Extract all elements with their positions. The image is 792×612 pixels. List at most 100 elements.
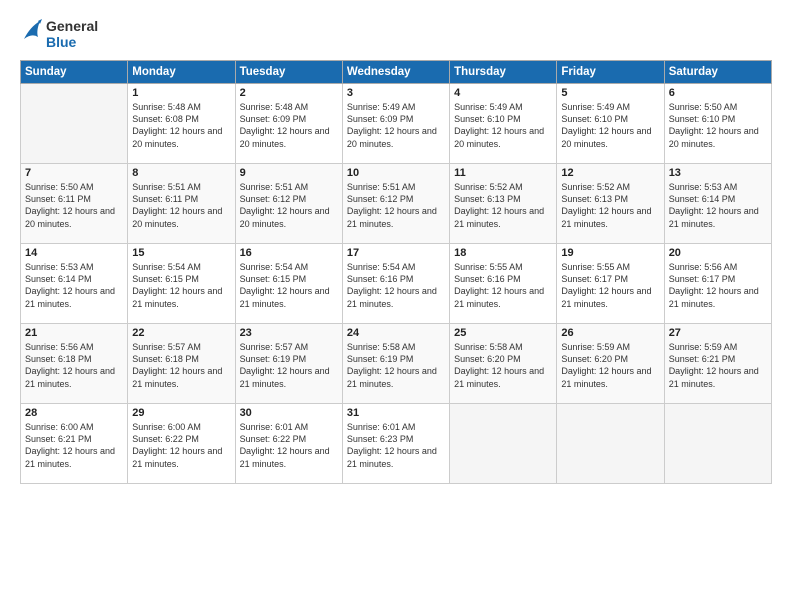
day-number: 1 bbox=[132, 87, 230, 99]
day-number: 3 bbox=[347, 87, 445, 99]
cell-info: Sunrise: 5:54 AMSunset: 6:15 PMDaylight:… bbox=[240, 262, 330, 308]
cell-info: Sunrise: 5:57 AMSunset: 6:19 PMDaylight:… bbox=[240, 342, 330, 388]
calendar-cell bbox=[450, 404, 557, 484]
day-number: 11 bbox=[454, 167, 552, 179]
cell-info: Sunrise: 5:54 AMSunset: 6:16 PMDaylight:… bbox=[347, 262, 437, 308]
day-number: 28 bbox=[25, 407, 123, 419]
day-number: 10 bbox=[347, 167, 445, 179]
cell-info: Sunrise: 6:00 AMSunset: 6:22 PMDaylight:… bbox=[132, 422, 222, 468]
calendar-cell: 9 Sunrise: 5:51 AMSunset: 6:12 PMDayligh… bbox=[235, 164, 342, 244]
calendar-cell: 12 Sunrise: 5:52 AMSunset: 6:13 PMDaylig… bbox=[557, 164, 664, 244]
header-day: Thursday bbox=[450, 61, 557, 84]
logo-line2: Blue bbox=[46, 34, 98, 50]
cell-info: Sunrise: 5:53 AMSunset: 6:14 PMDaylight:… bbox=[669, 182, 759, 228]
header-day: Saturday bbox=[664, 61, 771, 84]
cell-info: Sunrise: 5:55 AMSunset: 6:17 PMDaylight:… bbox=[561, 262, 651, 308]
calendar-cell: 23 Sunrise: 5:57 AMSunset: 6:19 PMDaylig… bbox=[235, 324, 342, 404]
day-number: 21 bbox=[25, 327, 123, 339]
cell-info: Sunrise: 5:57 AMSunset: 6:18 PMDaylight:… bbox=[132, 342, 222, 388]
calendar-cell: 11 Sunrise: 5:52 AMSunset: 6:13 PMDaylig… bbox=[450, 164, 557, 244]
day-number: 5 bbox=[561, 87, 659, 99]
day-number: 25 bbox=[454, 327, 552, 339]
day-number: 31 bbox=[347, 407, 445, 419]
cell-info: Sunrise: 5:48 AMSunset: 6:09 PMDaylight:… bbox=[240, 102, 330, 148]
day-number: 9 bbox=[240, 167, 338, 179]
cell-info: Sunrise: 5:56 AMSunset: 6:18 PMDaylight:… bbox=[25, 342, 115, 388]
calendar-cell: 2 Sunrise: 5:48 AMSunset: 6:09 PMDayligh… bbox=[235, 84, 342, 164]
calendar-cell: 1 Sunrise: 5:48 AMSunset: 6:08 PMDayligh… bbox=[128, 84, 235, 164]
cell-info: Sunrise: 5:50 AMSunset: 6:11 PMDaylight:… bbox=[25, 182, 115, 228]
cell-info: Sunrise: 5:50 AMSunset: 6:10 PMDaylight:… bbox=[669, 102, 759, 148]
cell-info: Sunrise: 5:59 AMSunset: 6:21 PMDaylight:… bbox=[669, 342, 759, 388]
cell-info: Sunrise: 5:53 AMSunset: 6:14 PMDaylight:… bbox=[25, 262, 115, 308]
calendar-cell: 25 Sunrise: 5:58 AMSunset: 6:20 PMDaylig… bbox=[450, 324, 557, 404]
calendar-cell: 18 Sunrise: 5:55 AMSunset: 6:16 PMDaylig… bbox=[450, 244, 557, 324]
calendar-cell: 5 Sunrise: 5:49 AMSunset: 6:10 PMDayligh… bbox=[557, 84, 664, 164]
calendar-page: General Blue SundayMondayTuesdayWednesda… bbox=[0, 0, 792, 612]
day-number: 17 bbox=[347, 247, 445, 259]
header-day: Tuesday bbox=[235, 61, 342, 84]
cell-info: Sunrise: 5:51 AMSunset: 6:12 PMDaylight:… bbox=[347, 182, 437, 228]
day-number: 27 bbox=[669, 327, 767, 339]
logo: General Blue bbox=[20, 18, 98, 50]
calendar-cell bbox=[664, 404, 771, 484]
calendar-cell: 8 Sunrise: 5:51 AMSunset: 6:11 PMDayligh… bbox=[128, 164, 235, 244]
calendar-cell: 20 Sunrise: 5:56 AMSunset: 6:17 PMDaylig… bbox=[664, 244, 771, 324]
cell-info: Sunrise: 5:52 AMSunset: 6:13 PMDaylight:… bbox=[454, 182, 544, 228]
day-number: 15 bbox=[132, 247, 230, 259]
cell-info: Sunrise: 5:58 AMSunset: 6:20 PMDaylight:… bbox=[454, 342, 544, 388]
day-number: 13 bbox=[669, 167, 767, 179]
cell-info: Sunrise: 5:58 AMSunset: 6:19 PMDaylight:… bbox=[347, 342, 437, 388]
calendar-cell bbox=[21, 84, 128, 164]
calendar-table: SundayMondayTuesdayWednesdayThursdayFrid… bbox=[20, 60, 772, 484]
day-number: 22 bbox=[132, 327, 230, 339]
calendar-cell: 3 Sunrise: 5:49 AMSunset: 6:09 PMDayligh… bbox=[342, 84, 449, 164]
calendar-cell: 21 Sunrise: 5:56 AMSunset: 6:18 PMDaylig… bbox=[21, 324, 128, 404]
cell-info: Sunrise: 5:51 AMSunset: 6:11 PMDaylight:… bbox=[132, 182, 222, 228]
cell-info: Sunrise: 5:59 AMSunset: 6:20 PMDaylight:… bbox=[561, 342, 651, 388]
calendar-cell: 24 Sunrise: 5:58 AMSunset: 6:19 PMDaylig… bbox=[342, 324, 449, 404]
calendar-cell bbox=[557, 404, 664, 484]
calendar-cell: 10 Sunrise: 5:51 AMSunset: 6:12 PMDaylig… bbox=[342, 164, 449, 244]
calendar-week-row: 7 Sunrise: 5:50 AMSunset: 6:11 PMDayligh… bbox=[21, 164, 772, 244]
calendar-cell: 30 Sunrise: 6:01 AMSunset: 6:22 PMDaylig… bbox=[235, 404, 342, 484]
cell-info: Sunrise: 6:00 AMSunset: 6:21 PMDaylight:… bbox=[25, 422, 115, 468]
calendar-cell: 7 Sunrise: 5:50 AMSunset: 6:11 PMDayligh… bbox=[21, 164, 128, 244]
cell-info: Sunrise: 5:52 AMSunset: 6:13 PMDaylight:… bbox=[561, 182, 651, 228]
day-number: 2 bbox=[240, 87, 338, 99]
calendar-week-row: 28 Sunrise: 6:00 AMSunset: 6:21 PMDaylig… bbox=[21, 404, 772, 484]
calendar-cell: 15 Sunrise: 5:54 AMSunset: 6:15 PMDaylig… bbox=[128, 244, 235, 324]
day-number: 16 bbox=[240, 247, 338, 259]
day-number: 8 bbox=[132, 167, 230, 179]
header-day: Monday bbox=[128, 61, 235, 84]
calendar-cell: 17 Sunrise: 5:54 AMSunset: 6:16 PMDaylig… bbox=[342, 244, 449, 324]
calendar-cell: 31 Sunrise: 6:01 AMSunset: 6:23 PMDaylig… bbox=[342, 404, 449, 484]
day-number: 26 bbox=[561, 327, 659, 339]
header-day: Wednesday bbox=[342, 61, 449, 84]
day-number: 12 bbox=[561, 167, 659, 179]
day-number: 19 bbox=[561, 247, 659, 259]
cell-info: Sunrise: 5:54 AMSunset: 6:15 PMDaylight:… bbox=[132, 262, 222, 308]
calendar-cell: 26 Sunrise: 5:59 AMSunset: 6:20 PMDaylig… bbox=[557, 324, 664, 404]
calendar-cell: 19 Sunrise: 5:55 AMSunset: 6:17 PMDaylig… bbox=[557, 244, 664, 324]
header-row: SundayMondayTuesdayWednesdayThursdayFrid… bbox=[21, 61, 772, 84]
calendar-cell: 22 Sunrise: 5:57 AMSunset: 6:18 PMDaylig… bbox=[128, 324, 235, 404]
cell-info: Sunrise: 5:49 AMSunset: 6:09 PMDaylight:… bbox=[347, 102, 437, 148]
calendar-cell: 27 Sunrise: 5:59 AMSunset: 6:21 PMDaylig… bbox=[664, 324, 771, 404]
header-day: Sunday bbox=[21, 61, 128, 84]
cell-info: Sunrise: 5:49 AMSunset: 6:10 PMDaylight:… bbox=[561, 102, 651, 148]
day-number: 18 bbox=[454, 247, 552, 259]
calendar-cell: 13 Sunrise: 5:53 AMSunset: 6:14 PMDaylig… bbox=[664, 164, 771, 244]
day-number: 6 bbox=[669, 87, 767, 99]
day-number: 24 bbox=[347, 327, 445, 339]
calendar-cell: 6 Sunrise: 5:50 AMSunset: 6:10 PMDayligh… bbox=[664, 84, 771, 164]
day-number: 29 bbox=[132, 407, 230, 419]
cell-info: Sunrise: 6:01 AMSunset: 6:22 PMDaylight:… bbox=[240, 422, 330, 468]
cell-info: Sunrise: 5:51 AMSunset: 6:12 PMDaylight:… bbox=[240, 182, 330, 228]
calendar-cell: 14 Sunrise: 5:53 AMSunset: 6:14 PMDaylig… bbox=[21, 244, 128, 324]
day-number: 23 bbox=[240, 327, 338, 339]
bird-icon bbox=[20, 19, 42, 45]
day-number: 7 bbox=[25, 167, 123, 179]
calendar-week-row: 14 Sunrise: 5:53 AMSunset: 6:14 PMDaylig… bbox=[21, 244, 772, 324]
calendar-cell: 29 Sunrise: 6:00 AMSunset: 6:22 PMDaylig… bbox=[128, 404, 235, 484]
